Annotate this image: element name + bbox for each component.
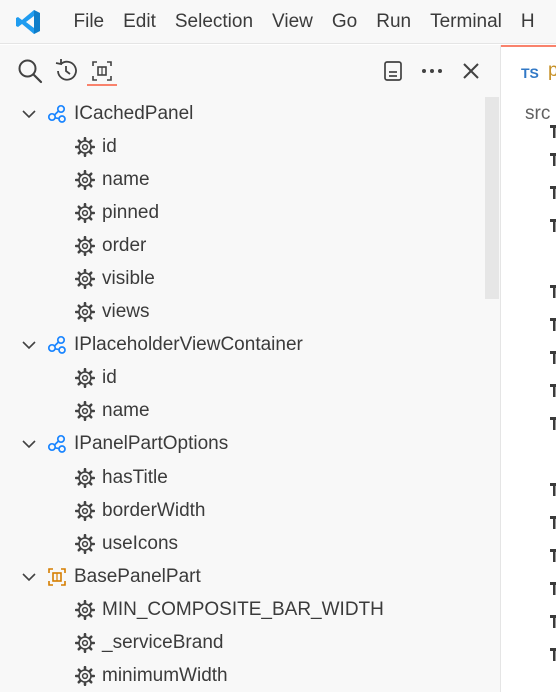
- menu-edit[interactable]: Edit: [114, 0, 166, 44]
- symbol-property-icon: [74, 533, 96, 555]
- title-bar: File Edit Selection View Go Run Terminal…: [0, 0, 556, 44]
- outline-property-label: order: [102, 234, 147, 256]
- symbol-property-icon: [74, 169, 96, 191]
- code-glyph: [549, 514, 556, 530]
- symbol-property-icon: [74, 467, 96, 489]
- code-glyph: [549, 613, 556, 629]
- outline-property-label: id: [102, 367, 117, 389]
- code-glyph: [549, 151, 556, 167]
- outline-property-label: name: [102, 168, 150, 190]
- search-icon[interactable]: [16, 57, 44, 85]
- outline-property-name[interactable]: name: [0, 163, 485, 196]
- chevron-down-icon[interactable]: [18, 103, 40, 125]
- outline-property-label: name: [102, 400, 150, 422]
- outline-node-label: IPanelPartOptions: [74, 433, 229, 455]
- code-glyph: [549, 184, 556, 200]
- symbol-property-icon: [74, 301, 96, 323]
- code-glyph: [549, 349, 556, 365]
- menu-go[interactable]: Go: [322, 0, 366, 44]
- collapse-all-icon[interactable]: [379, 57, 407, 85]
- menu-help[interactable]: H: [511, 0, 544, 44]
- history-icon[interactable]: [52, 57, 80, 85]
- outline-node-icachedpanel[interactable]: ICachedPanel: [0, 97, 485, 130]
- outline-property-_servicebrand[interactable]: _serviceBrand: [0, 627, 485, 660]
- outline-property-id[interactable]: id: [0, 130, 485, 163]
- active-tab-indicator: [87, 84, 117, 86]
- outline-property-label: views: [102, 301, 150, 323]
- outline-property-label: minimumWidth: [102, 665, 228, 687]
- symbol-class-icon: [46, 566, 68, 588]
- menu-run[interactable]: Run: [367, 0, 421, 44]
- symbol-interface-icon: [46, 433, 68, 455]
- code-glyph: [549, 646, 556, 662]
- outline-property-label: borderWidth: [102, 499, 206, 521]
- outline-property-min_composite_bar_width[interactable]: MIN_COMPOSITE_BAR_WIDTH: [0, 593, 485, 626]
- code-glyph: [549, 415, 556, 431]
- outline-property-hastitle[interactable]: hasTitle: [0, 461, 485, 494]
- outline-property-label: id: [102, 135, 117, 157]
- menu-view[interactable]: View: [263, 0, 323, 44]
- outline-sidebar: ICachedPanel id name pinned order visible view…: [0, 45, 501, 692]
- code-glyph: [549, 481, 556, 497]
- menu-selection[interactable]: Selection: [165, 0, 262, 44]
- outline-node-iplaceholderviewcontainer[interactable]: IPlaceholderViewContainer: [0, 329, 485, 362]
- more-actions-icon[interactable]: [418, 57, 446, 85]
- chevron-down-icon[interactable]: [18, 433, 40, 455]
- vscode-logo-icon[interactable]: [0, 0, 64, 44]
- symbol-property-icon: [74, 500, 96, 522]
- outline-property-label: _serviceBrand: [102, 632, 224, 654]
- symbol-property-icon: [74, 235, 96, 257]
- outline-tree: ICachedPanel id name pinned order visible view…: [0, 97, 485, 692]
- outline-property-label: pinned: [102, 201, 160, 223]
- outline-node-label: ICachedPanel: [74, 102, 194, 124]
- symbol-property-icon: [74, 367, 96, 389]
- symbol-property-icon: [74, 268, 96, 290]
- code-glyph: [549, 580, 556, 596]
- code-glyph: [549, 217, 556, 233]
- symbol-outline-icon[interactable]: [88, 57, 116, 85]
- outline-property-useicons[interactable]: useIcons: [0, 527, 485, 560]
- close-icon[interactable]: [457, 57, 485, 85]
- outline-property-views[interactable]: views: [0, 296, 485, 329]
- chevron-down-icon[interactable]: [18, 334, 40, 356]
- outline-property-label: hasTitle: [102, 466, 168, 488]
- symbol-interface-icon: [46, 103, 68, 125]
- outline-property-label: visible: [102, 268, 155, 290]
- panel-toolbar: [0, 45, 500, 97]
- code-glyph: [549, 547, 556, 563]
- outline-property-label: MIN_COMPOSITE_BAR_WIDTH: [102, 598, 384, 620]
- breadcrumb-folder[interactable]: src: [525, 103, 550, 125]
- symbol-interface-icon: [46, 334, 68, 356]
- editor-area: TS p src: [501, 45, 556, 692]
- outline-property-minimumwidth[interactable]: minimumWidth: [0, 660, 485, 692]
- typescript-icon: TS: [521, 65, 539, 81]
- code-glyph: [549, 382, 556, 398]
- symbol-property-icon: [74, 665, 96, 687]
- menu-terminal[interactable]: Terminal: [421, 0, 512, 44]
- symbol-property-icon: [74, 400, 96, 422]
- outline-property-name[interactable]: name: [0, 395, 485, 428]
- outline-node-ipanelpartoptions[interactable]: IPanelPartOptions: [0, 428, 485, 461]
- chevron-down-icon[interactable]: [18, 566, 40, 588]
- code-glyph: [549, 283, 556, 299]
- outline-node-label: IPlaceholderViewContainer: [74, 334, 303, 356]
- outline-property-label: useIcons: [102, 532, 179, 554]
- outline-property-visible[interactable]: visible: [0, 262, 485, 295]
- code-glyph: [549, 316, 556, 332]
- symbol-property-icon: [74, 136, 96, 158]
- vertical-scrollbar[interactable]: [485, 97, 499, 299]
- editor-tab[interactable]: TS p: [501, 45, 556, 97]
- symbol-property-icon: [74, 202, 96, 224]
- code-glyph: [549, 123, 556, 139]
- outline-property-borderwidth[interactable]: borderWidth: [0, 494, 485, 527]
- symbol-property-icon: [74, 599, 96, 621]
- outline-property-id[interactable]: id: [0, 362, 485, 395]
- symbol-property-icon: [74, 632, 96, 654]
- outline-property-pinned[interactable]: pinned: [0, 196, 485, 229]
- outline-node-label: BasePanelPart: [74, 565, 201, 587]
- menu-file[interactable]: File: [64, 0, 114, 44]
- outline-node-basepanelpart[interactable]: BasePanelPart: [0, 560, 485, 593]
- tab-title: p: [548, 60, 556, 81]
- outline-property-order[interactable]: order: [0, 229, 485, 262]
